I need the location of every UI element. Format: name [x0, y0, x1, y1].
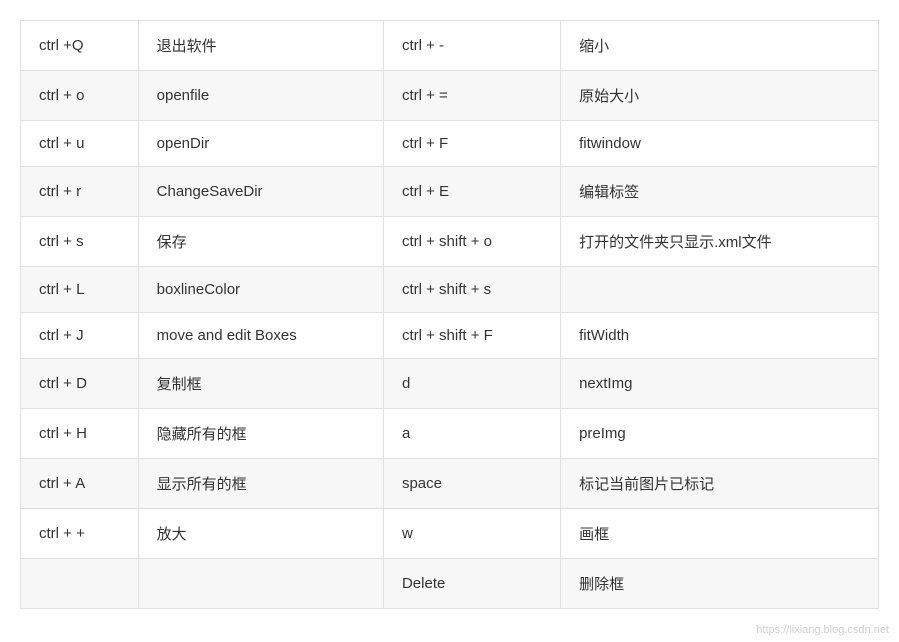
cell-desc-2: 删除框: [561, 559, 879, 609]
table-body: ctrl +Q 退出软件 ctrl + - 缩小 ctrl + o openfi…: [21, 21, 879, 609]
cell-shortcut-2: ctrl + shift + s: [383, 267, 560, 313]
cell-shortcut-1: ctrl + H: [21, 409, 139, 459]
cell-shortcut-1: ctrl + A: [21, 459, 139, 509]
table-row: ctrl + J move and edit Boxes ctrl + shif…: [21, 313, 879, 359]
cell-desc-1: ChangeSaveDir: [138, 167, 383, 217]
cell-desc-2: fitwindow: [561, 121, 879, 167]
cell-shortcut-1: [21, 559, 139, 609]
cell-desc-2: 标记当前图片已标记: [561, 459, 879, 509]
cell-desc-2: 编辑标签: [561, 167, 879, 217]
table-row: ctrl + o openfile ctrl + = 原始大小: [21, 71, 879, 121]
cell-desc-1: openDir: [138, 121, 383, 167]
cell-desc-2: 画框: [561, 509, 879, 559]
cell-desc-1: 保存: [138, 217, 383, 267]
cell-desc-2: 缩小: [561, 21, 879, 71]
cell-desc-1: 隐藏所有的框: [138, 409, 383, 459]
cell-desc-1: openfile: [138, 71, 383, 121]
cell-desc-2: nextImg: [561, 359, 879, 409]
table-row: ctrl + u openDir ctrl + F fitwindow: [21, 121, 879, 167]
cell-shortcut-2: ctrl + =: [383, 71, 560, 121]
cell-shortcut-2: w: [383, 509, 560, 559]
cell-shortcut-2: ctrl + shift + F: [383, 313, 560, 359]
cell-desc-2: fitWidth: [561, 313, 879, 359]
cell-shortcut-1: ctrl + s: [21, 217, 139, 267]
cell-shortcut-2: ctrl + E: [383, 167, 560, 217]
cell-shortcut-1: ctrl + L: [21, 267, 139, 313]
table-row: ctrl + D 复制框 d nextImg: [21, 359, 879, 409]
cell-shortcut-2: ctrl + shift + o: [383, 217, 560, 267]
cell-desc-2: preImg: [561, 409, 879, 459]
cell-shortcut-2: ctrl + F: [383, 121, 560, 167]
table-row: ctrl + + 放大 w 画框: [21, 509, 879, 559]
cell-shortcut-2: d: [383, 359, 560, 409]
cell-desc-2: 打开的文件夹只显示.xml文件: [561, 217, 879, 267]
table-row: ctrl + s 保存 ctrl + shift + o 打开的文件夹只显示.x…: [21, 217, 879, 267]
cell-shortcut-2: a: [383, 409, 560, 459]
cell-desc-2: 原始大小: [561, 71, 879, 121]
table-row: ctrl + r ChangeSaveDir ctrl + E 编辑标签: [21, 167, 879, 217]
shortcuts-table: ctrl +Q 退出软件 ctrl + - 缩小 ctrl + o openfi…: [20, 20, 879, 609]
cell-desc-1: 复制框: [138, 359, 383, 409]
cell-desc-2: [561, 267, 879, 313]
table-row: ctrl + A 显示所有的框 space 标记当前图片已标记: [21, 459, 879, 509]
cell-shortcut-1: ctrl + r: [21, 167, 139, 217]
cell-shortcut-2: Delete: [383, 559, 560, 609]
cell-desc-1: move and edit Boxes: [138, 313, 383, 359]
cell-shortcut-1: ctrl + D: [21, 359, 139, 409]
cell-desc-1: [138, 559, 383, 609]
watermark: https://lixiang.blog.csdn.net: [756, 624, 889, 636]
cell-desc-1: boxlineColor: [138, 267, 383, 313]
cell-shortcut-1: ctrl + J: [21, 313, 139, 359]
table-row: Delete 删除框: [21, 559, 879, 609]
cell-shortcut-1: ctrl + u: [21, 121, 139, 167]
table-row: ctrl + L boxlineColor ctrl + shift + s: [21, 267, 879, 313]
table-row: ctrl + H 隐藏所有的框 a preImg: [21, 409, 879, 459]
cell-desc-1: 放大: [138, 509, 383, 559]
cell-shortcut-2: space: [383, 459, 560, 509]
cell-desc-1: 显示所有的框: [138, 459, 383, 509]
cell-shortcut-2: ctrl + -: [383, 21, 560, 71]
table-row: ctrl +Q 退出软件 ctrl + - 缩小: [21, 21, 879, 71]
cell-desc-1: 退出软件: [138, 21, 383, 71]
cell-shortcut-1: ctrl + +: [21, 509, 139, 559]
cell-shortcut-1: ctrl + o: [21, 71, 139, 121]
cell-shortcut-1: ctrl +Q: [21, 21, 139, 71]
